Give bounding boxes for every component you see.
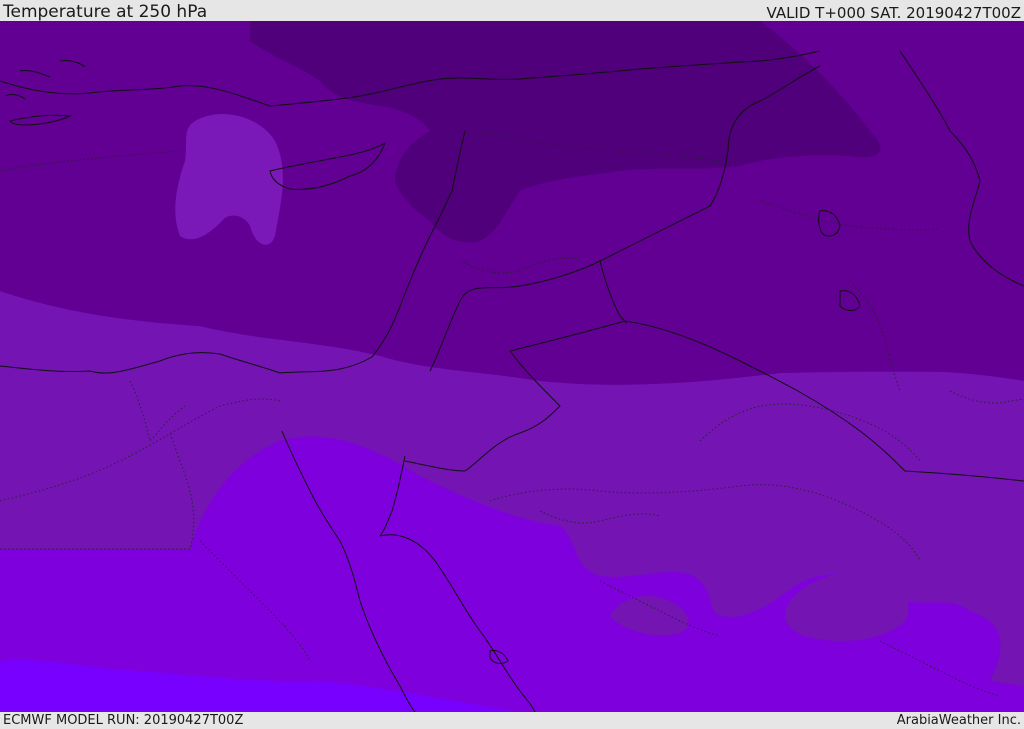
temperature-map-canvas — [0, 21, 1024, 712]
temperature-map[interactable] — [0, 21, 1024, 712]
model-run-label: ECMWF MODEL RUN: 20190427T00Z — [3, 713, 244, 728]
forecast-map-view: Temperature at 250 hPa VALID T+000 SAT. … — [0, 0, 1024, 729]
provider-credit: ArabiaWeather Inc. — [896, 713, 1021, 728]
map-title: Temperature at 250 hPa — [3, 2, 208, 22]
header-bar: Temperature at 250 hPa VALID T+000 SAT. … — [0, 0, 1024, 21]
valid-time-label: VALID T+000 SAT. 20190427T00Z — [766, 4, 1021, 22]
footer-bar: ECMWF MODEL RUN: 20190427T00Z ArabiaWeat… — [0, 712, 1024, 729]
